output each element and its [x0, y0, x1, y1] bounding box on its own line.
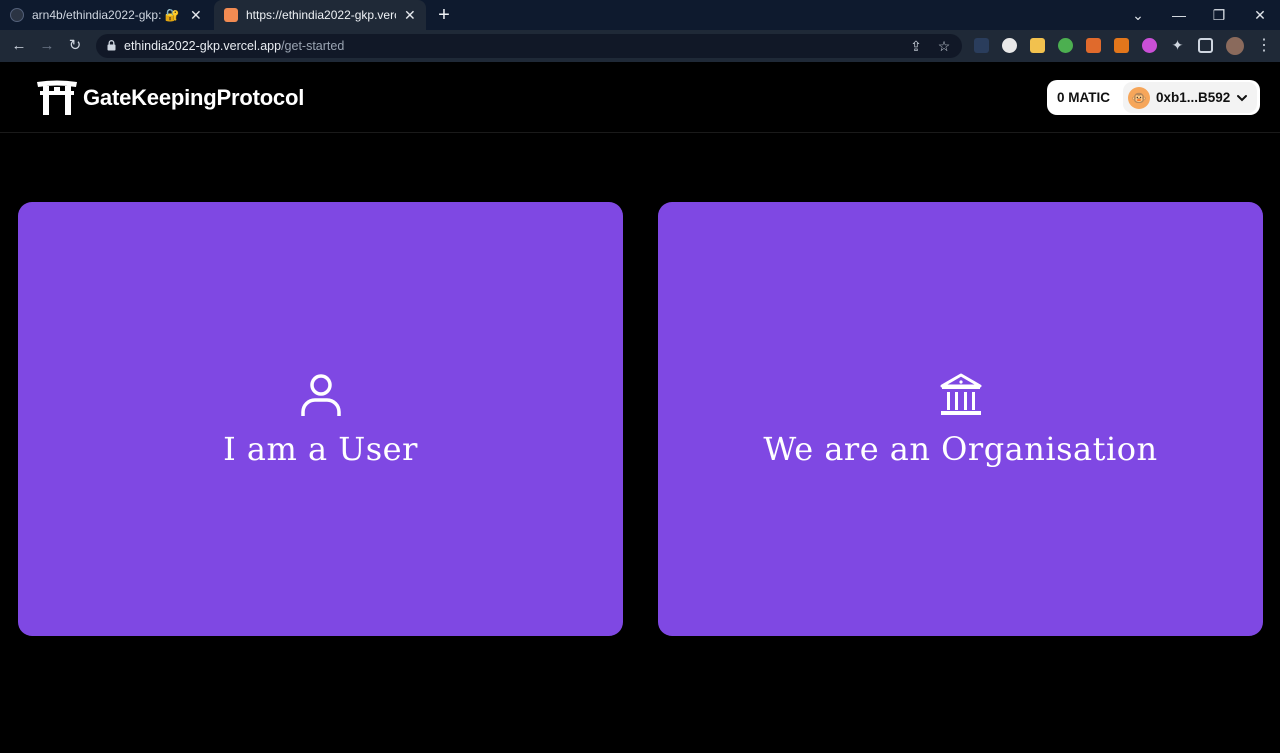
browser-tab-bar: arn4b/ethindia2022-gkp: 🔐 Gat ✕ https://… [0, 0, 1280, 30]
extension-icon[interactable] [1030, 38, 1045, 53]
wallet-address: 0xb1...B592 [1156, 90, 1231, 105]
user-card-label: I am a User [223, 430, 418, 468]
brand-name: GateKeepingProtocol [83, 84, 305, 110]
wallet-balance: 0 MATIC [1057, 90, 1110, 105]
extension-icon[interactable] [1002, 38, 1017, 53]
close-window-icon[interactable]: ✕ [1240, 0, 1280, 30]
browser-toolbar: ← → ↻ ethindia2022-gkp.vercel.app/get-st… [0, 30, 1280, 62]
organisation-card[interactable]: We are an Organisation [658, 202, 1263, 636]
profile-avatar[interactable] [1226, 37, 1244, 55]
metamask-icon[interactable] [1114, 38, 1129, 53]
reload-icon[interactable]: ↻ [66, 37, 84, 55]
url-host: ethindia2022-gkp.vercel.app [124, 39, 282, 53]
extension-icon[interactable] [1142, 38, 1157, 53]
bank-building-icon [940, 373, 981, 415]
github-icon [10, 8, 24, 22]
user-icon [300, 374, 341, 416]
page: GateKeepingProtocol 0 MATIC 🐵 0xb1...B59… [0, 62, 1280, 753]
chevron-down-icon [1237, 94, 1248, 101]
close-tab-icon[interactable]: ✕ [404, 7, 416, 24]
wallet-avatar: 🐵 [1128, 86, 1150, 109]
tab-title: https://ethindia2022-gkp.vercel.a [246, 8, 396, 22]
user-card[interactable]: I am a User [18, 202, 623, 636]
lock-icon [107, 40, 116, 51]
extension-icon[interactable] [1058, 38, 1073, 53]
close-tab-icon[interactable]: ✕ [190, 7, 202, 24]
extension-icon[interactable] [1086, 38, 1101, 53]
react-devtools-icon[interactable] [974, 38, 989, 53]
share-icon[interactable]: ⇪ [908, 38, 924, 54]
site-header: GateKeepingProtocol 0 MATIC 🐵 0xb1...B59… [0, 62, 1280, 133]
more-menu-icon[interactable]: ⋮ [1256, 38, 1272, 54]
side-panel-icon[interactable] [1198, 38, 1213, 53]
wallet-connect-button[interactable]: 0 MATIC 🐵 0xb1...B592 [1047, 80, 1260, 115]
back-icon[interactable]: ← [10, 37, 28, 55]
new-tab-button[interactable]: + [426, 0, 462, 30]
forward-icon[interactable]: → [38, 37, 56, 55]
wallet-account-button[interactable]: 🐵 0xb1...B592 [1123, 82, 1257, 113]
bookmark-star-icon[interactable]: ☆ [936, 38, 952, 54]
browser-tab-active[interactable]: https://ethindia2022-gkp.vercel.a ✕ [214, 0, 426, 30]
extensions-puzzle-icon[interactable]: ✦ [1170, 38, 1185, 53]
restore-icon[interactable]: ❐ [1199, 0, 1239, 30]
lock-favicon-icon [224, 8, 238, 22]
organisation-card-label: We are an Organisation [763, 430, 1158, 468]
tab-title: arn4b/ethindia2022-gkp: 🔐 Gat [32, 8, 182, 22]
tab-search-icon[interactable]: ⌄ [1118, 0, 1158, 30]
torii-gate-logo-icon [37, 80, 77, 115]
minimize-icon[interactable]: — [1159, 0, 1199, 30]
browser-tab[interactable]: arn4b/ethindia2022-gkp: 🔐 Gat ✕ [0, 0, 214, 30]
brand[interactable]: GateKeepingProtocol [37, 80, 304, 115]
url-path: /get-started [281, 39, 345, 53]
address-bar[interactable]: ethindia2022-gkp.vercel.app/get-started … [96, 34, 962, 58]
